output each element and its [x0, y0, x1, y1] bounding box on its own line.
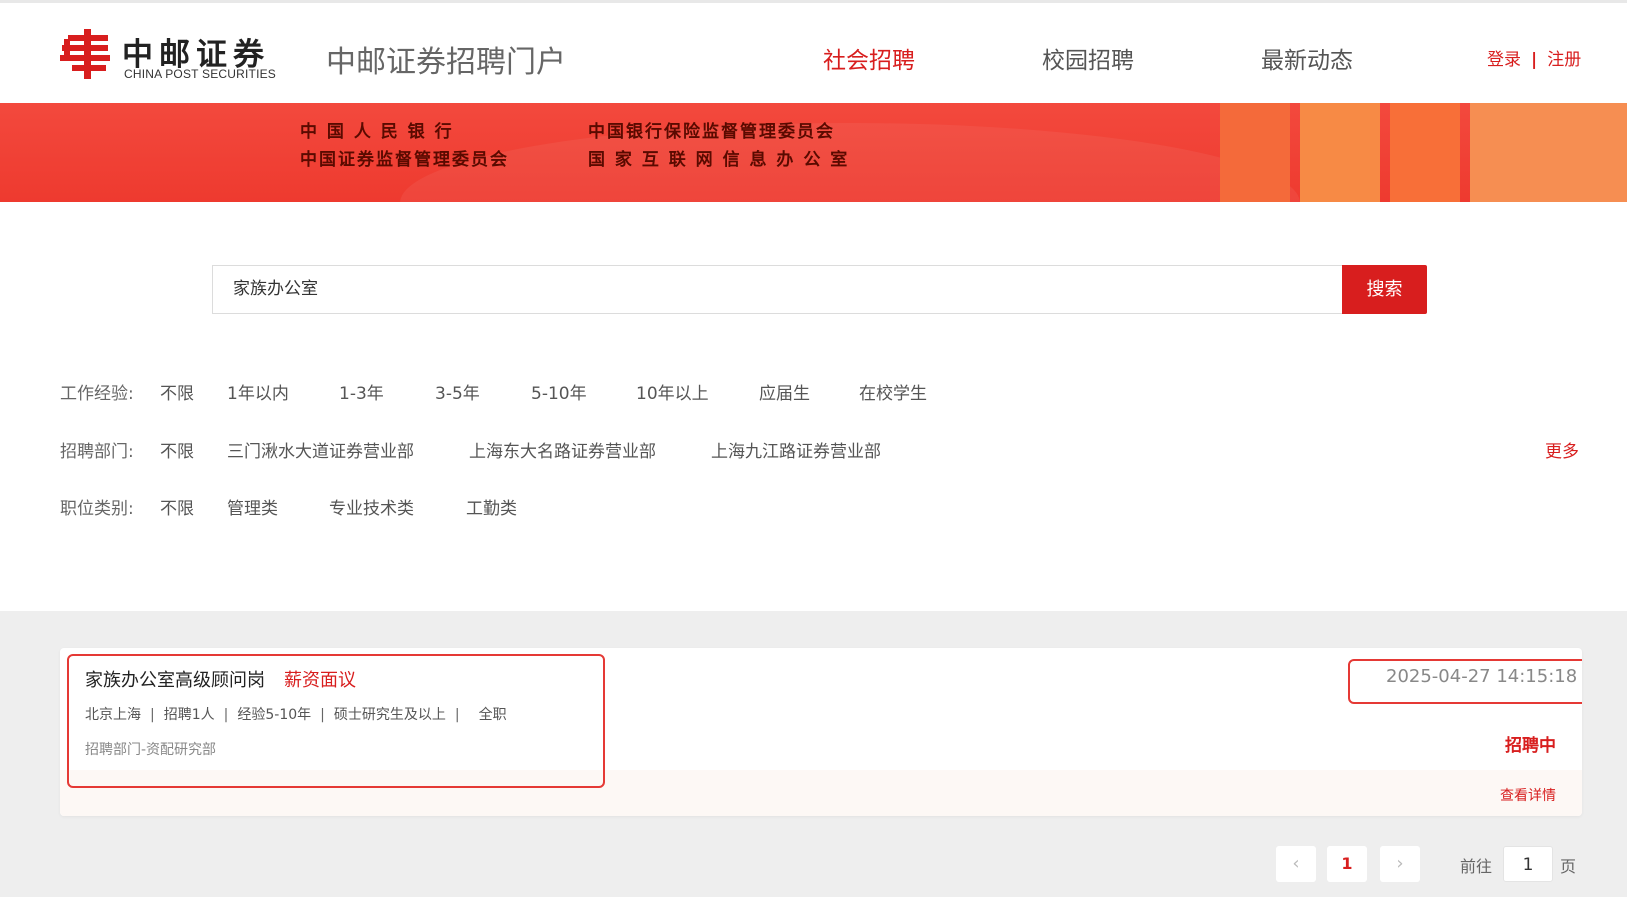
filter-option[interactable]: 三门湫水大道证券营业部: [227, 437, 414, 462]
auth-separator: |: [1531, 50, 1538, 70]
filter-option[interactable]: 应届生: [759, 379, 810, 404]
filter-option[interactable]: 1-3年: [339, 379, 384, 404]
nav-latest-news[interactable]: 最新动态: [1261, 41, 1353, 75]
job-meta: 北京上海 | 招聘1人 | 经验5-10年 | 硕士研究生及以上 | 全职: [85, 707, 507, 723]
filter-option[interactable]: 1年以内: [227, 379, 289, 404]
banner: 中 国 人 民 银 行 中国证券监督管理委员会 中国银行保险监督管理委员会 国 …: [0, 103, 1627, 202]
login-link[interactable]: 登录: [1487, 50, 1521, 70]
job-detail-link[interactable]: 查看详情: [1500, 785, 1556, 805]
banner-decoration: [400, 123, 1300, 202]
pagination-prev-button[interactable]: ‹: [1276, 846, 1316, 882]
portal-title: 中邮证券招聘门户: [326, 45, 566, 80]
filter-option[interactable]: 不限: [160, 437, 194, 462]
pagination-goto-suffix: 页: [1560, 857, 1577, 876]
job-title[interactable]: 家族办公室高级顾问岗: [85, 666, 265, 692]
auth-links: 登录 | 注册: [1487, 45, 1581, 70]
job-department: 招聘部门-资配研究部: [85, 742, 217, 758]
filter-category: 职位类别: 不限 管理类 专业技术类 工勤类: [60, 494, 1580, 524]
job-experience: 经验5-10年: [237, 707, 312, 723]
pagination-page-1[interactable]: 1: [1327, 846, 1367, 882]
search-button[interactable]: 搜索: [1342, 265, 1427, 314]
nav-campus-recruitment[interactable]: 校园招聘: [1042, 41, 1134, 75]
banner-buildings: [1200, 103, 1627, 202]
filter-option[interactable]: 上海九江路证券营业部: [711, 437, 881, 462]
banner-text-cac: 国 家 互 联 网 信 息 办 公 室: [588, 150, 850, 170]
pagination-goto-prefix: 前往: [1460, 857, 1493, 876]
filter-experience: 工作经验: 不限 1年以内 1-3年 3-5年 5-10年 10年以上 应届生 …: [60, 379, 1580, 409]
job-education: 硕士研究生及以上: [333, 707, 446, 723]
nav-social-recruitment[interactable]: 社会招聘: [823, 41, 915, 75]
filter-department-label: 招聘部门:: [60, 442, 134, 462]
logo[interactable]: 中邮证券 CHINA POST SECURITIES: [60, 29, 280, 81]
filter-option[interactable]: 专业技术类: [329, 494, 414, 519]
filter-option[interactable]: 不限: [160, 379, 194, 404]
logo-text-en: CHINA POST SECURITIES: [124, 67, 277, 81]
filter-option[interactable]: 10年以上: [636, 379, 709, 404]
job-publish-time: 2025-04-27 14:15:18: [1386, 666, 1578, 687]
search-input[interactable]: 家族办公室: [212, 265, 1342, 314]
header: 中邮证券 CHINA POST SECURITIES 中邮证券招聘门户 社会招聘…: [0, 0, 1627, 103]
job-status-badge: 招聘中: [1505, 736, 1556, 756]
job-salary: 薪资面议: [284, 670, 356, 691]
pagination-goto-input[interactable]: 1: [1503, 846, 1553, 882]
filter-option[interactable]: 工勤类: [466, 494, 517, 519]
filter-experience-label: 工作经验:: [60, 384, 134, 404]
job-type: 全职: [478, 707, 507, 723]
filter-department-more[interactable]: 更多: [1545, 437, 1579, 462]
job-location: 北京上海: [85, 707, 141, 723]
filter-department: 招聘部门: 不限 三门湫水大道证券营业部 上海东大名路证券营业部 上海九江路证券…: [60, 437, 1580, 467]
job-card[interactable]: 家族办公室高级顾问岗 薪资面议 北京上海 | 招聘1人 | 经验5-10年 | 硕士研究生及…: [60, 648, 1582, 816]
filter-option[interactable]: 上海东大名路证券营业部: [469, 437, 656, 462]
filter-category-label: 职位类别:: [60, 499, 134, 519]
register-link[interactable]: 注册: [1547, 50, 1581, 70]
filter-option[interactable]: 3-5年: [435, 379, 480, 404]
filter-option[interactable]: 5-10年: [531, 379, 587, 404]
filter-option[interactable]: 不限: [160, 494, 194, 519]
banner-text-csrc: 中国证券监督管理委员会: [300, 150, 509, 170]
filter-option[interactable]: 在校学生: [859, 379, 927, 404]
job-headcount: 招聘1人: [163, 707, 215, 723]
china-post-logo-icon: [60, 29, 110, 79]
pagination-next-button[interactable]: ›: [1380, 846, 1420, 882]
banner-text-pboc: 中 国 人 民 银 行: [300, 122, 454, 142]
banner-text-cbirc: 中国银行保险监督管理委员会: [588, 122, 835, 142]
filter-option[interactable]: 管理类: [227, 494, 278, 519]
